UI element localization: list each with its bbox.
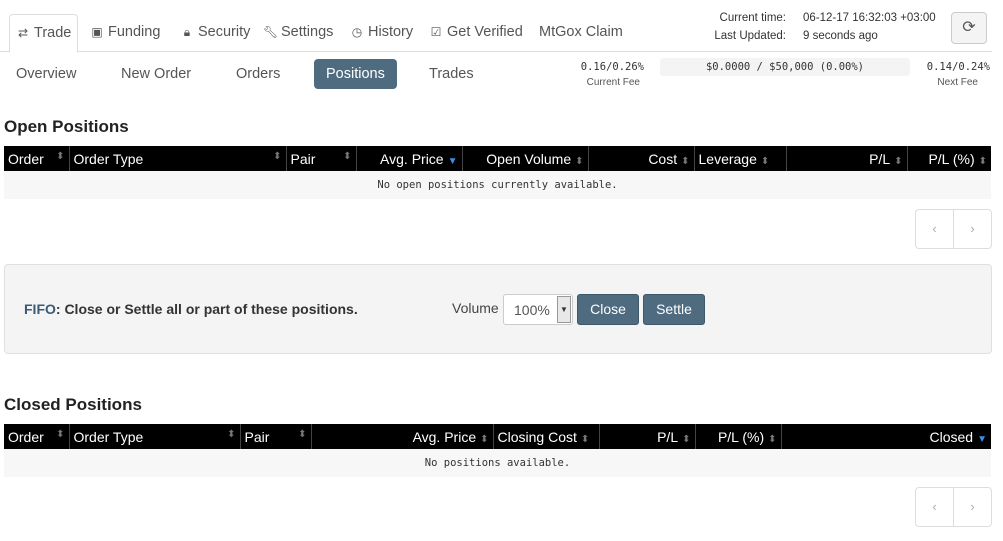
- sort-icon: ⬍: [227, 428, 236, 440]
- sort-icon: ⬍: [768, 433, 777, 445]
- sort-desc-icon: ▼: [977, 433, 987, 445]
- col-order-type[interactable]: Order Type ⬍: [69, 146, 287, 171]
- tab-history[interactable]: ◷ History: [344, 14, 419, 52]
- empty-message: No open positions currently available.: [4, 171, 991, 199]
- subtab-trades[interactable]: Trades: [417, 59, 486, 89]
- next-page-button[interactable]: ›: [954, 210, 991, 248]
- col-open-volume[interactable]: Open Volume ⬍: [462, 146, 589, 171]
- closed-positions-title: Closed Positions: [4, 395, 142, 414]
- next-fee-label: Next Fee: [937, 77, 978, 88]
- tab-funding[interactable]: ▣ Funding: [84, 14, 166, 52]
- current-fee: 0.16/0.26%: [580, 61, 644, 73]
- tab-security[interactable]: 🔒︎ Security: [174, 14, 256, 52]
- tab-settings[interactable]: 🔧︎ Settings: [257, 14, 339, 52]
- col-closing-cost[interactable]: Closing Cost ⬍: [493, 424, 600, 449]
- col-pair[interactable]: Pair ⬍: [286, 146, 357, 171]
- sort-icon: ⬍: [760, 155, 770, 167]
- col-closed[interactable]: Closed ▼: [781, 424, 991, 449]
- col-order-type[interactable]: Order Type ⬍: [69, 424, 241, 449]
- last-updated-label: Last Updated:: [714, 30, 786, 42]
- clock-icon: ◷: [351, 25, 363, 39]
- col-pl-percent[interactable]: P/L (%) ⬍: [695, 424, 782, 449]
- top-nav: ⇄ Trade ▣ Funding 🔒︎ Security 🔧︎ Settings ◷ H…: [0, 0, 992, 53]
- col-cost[interactable]: Cost ⬍: [588, 146, 695, 171]
- col-leverage[interactable]: Leverage ⬍: [694, 146, 787, 171]
- lock-icon: 🔒︎: [183, 25, 191, 39]
- sort-icon: ⬍: [580, 433, 590, 445]
- col-order[interactable]: Order ⬍: [4, 424, 70, 449]
- retweet-icon: ⇄: [17, 26, 29, 40]
- wrench-icon: 🔧︎: [263, 25, 279, 39]
- current-fee-label: Current Fee: [586, 77, 640, 88]
- prev-page-button[interactable]: ‹: [916, 210, 954, 248]
- col-avg-price[interactable]: Avg. Price ▼: [356, 146, 463, 171]
- check-square-icon: ☑: [430, 25, 442, 39]
- chevron-down-icon: ▼: [557, 296, 571, 323]
- subtab-overview[interactable]: Overview: [4, 59, 88, 89]
- col-pair[interactable]: Pair ⬍: [240, 424, 312, 449]
- open-positions-title: Open Positions: [4, 117, 129, 136]
- next-fee: 0.14/0.24%: [926, 61, 990, 73]
- sort-icon: ⬍: [682, 433, 691, 445]
- sort-icon: ⬍: [681, 155, 690, 167]
- sort-icon: ⬍: [343, 150, 352, 162]
- sort-icon: ⬍: [575, 155, 584, 167]
- refresh-button[interactable]: ⟳: [951, 12, 987, 44]
- sort-icon: ⬍: [56, 150, 65, 162]
- col-pl[interactable]: P/L ⬍: [599, 424, 696, 449]
- empty-message: No positions available.: [4, 449, 991, 477]
- open-positions-table: Order ⬍ Order Type ⬍ Pair ⬍ Avg. Price ▼ Ope…: [4, 146, 991, 199]
- fifo-panel: FIFO: Close or Settle all or part of the…: [4, 264, 992, 354]
- current-time: 06-12-17 16:32:03 +03:00: [803, 12, 936, 24]
- col-pl[interactable]: P/L ⬍: [786, 146, 908, 171]
- closed-positions-pager: ‹ ›: [915, 487, 992, 527]
- open-positions-pager: ‹ ›: [915, 209, 992, 249]
- last-updated: 9 seconds ago: [803, 30, 878, 42]
- sort-icon: ⬍: [273, 150, 282, 162]
- current-time-label: Current time:: [719, 12, 786, 24]
- tab-trade[interactable]: ⇄ Trade: [9, 14, 79, 53]
- col-avg-price[interactable]: Avg. Price ⬍: [311, 424, 494, 449]
- settle-button[interactable]: Settle: [643, 294, 705, 325]
- closed-positions-table: Order ⬍ Order Type ⬍ Pair ⬍ Avg. Price ⬍ Clo…: [4, 424, 991, 477]
- refresh-icon: ⟳: [962, 19, 976, 36]
- tab-mtgox-claim[interactable]: MtGox Claim: [533, 14, 629, 52]
- next-page-button[interactable]: ›: [954, 488, 991, 526]
- subtab-orders[interactable]: Orders: [224, 59, 292, 89]
- volume-label: Volume: [452, 300, 499, 316]
- tab-get-verified[interactable]: ☑ Get Verified: [423, 14, 529, 52]
- volume-select[interactable]: 100% ▼: [503, 294, 573, 325]
- money-icon: ▣: [91, 25, 103, 39]
- col-order[interactable]: Order ⬍: [4, 146, 70, 171]
- sort-icon: ⬍: [978, 155, 987, 167]
- sort-desc-icon: ▼: [447, 155, 458, 167]
- subtab-positions[interactable]: Positions: [314, 59, 397, 89]
- sort-icon: ⬍: [56, 428, 65, 440]
- col-pl-percent[interactable]: P/L (%) ⬍: [907, 146, 991, 171]
- close-button[interactable]: Close: [577, 294, 639, 325]
- sort-icon: ⬍: [480, 433, 489, 445]
- fifo-description: FIFO: Close or Settle all or part of the…: [24, 301, 358, 317]
- subtab-new-order[interactable]: New Order: [109, 59, 203, 89]
- prev-page-button[interactable]: ‹: [916, 488, 954, 526]
- fee-volume-progress: $0.0000 / $50,000 (0.00%): [660, 58, 910, 76]
- sort-icon: ⬍: [298, 428, 307, 440]
- sort-icon: ⬍: [894, 155, 903, 167]
